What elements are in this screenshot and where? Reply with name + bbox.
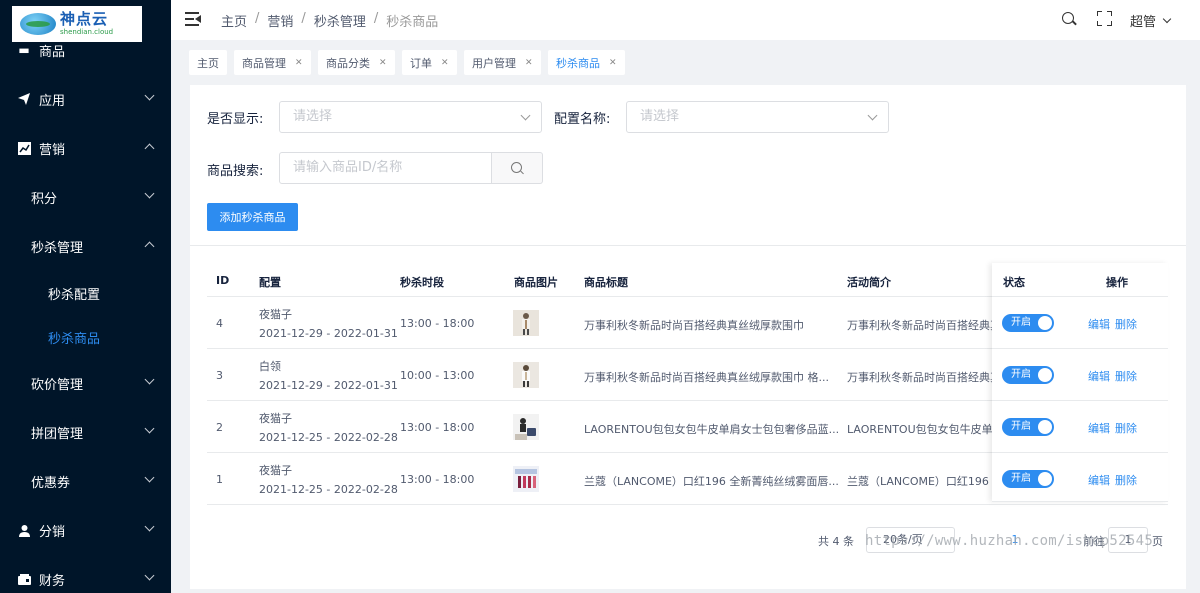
delete-link[interactable]: 删除 <box>1115 472 1137 488</box>
close-icon[interactable]: ✕ <box>441 58 449 68</box>
wallet-icon <box>17 572 31 586</box>
col-actions: 操作 <box>1106 276 1128 289</box>
search-button[interactable] <box>492 152 543 184</box>
status-switch[interactable]: 开启 <box>1002 366 1054 384</box>
col-title: 商品标题 <box>584 276 628 289</box>
tab-users[interactable]: 用户管理 ✕ <box>464 50 541 75</box>
send-icon <box>17 92 31 106</box>
config-filter-label: 配置名称: <box>554 112 611 127</box>
sidebar-item-distribution[interactable]: 分销 <box>0 510 171 550</box>
logo-domain: shendian.cloud <box>60 28 114 36</box>
breadcrumb-current: 秒杀商品 <box>386 15 439 30</box>
tab-goods-category[interactable]: 商品分类 ✕ <box>318 50 395 75</box>
show-select[interactable]: 请选择 <box>279 101 542 133</box>
user-name: 超管 <box>1130 15 1157 30</box>
edit-link[interactable]: 编辑 <box>1088 368 1110 384</box>
status-switch[interactable]: 开启 <box>1002 418 1054 436</box>
sidebar-item-coupon[interactable]: 优惠券 <box>0 461 171 501</box>
show-filter-label: 是否显示: <box>207 112 264 127</box>
chevron-down-icon <box>144 423 155 434</box>
chevron-down-icon <box>144 188 155 199</box>
chevron-down-icon <box>144 90 155 101</box>
product-image[interactable] <box>513 414 539 440</box>
col-config: 配置 <box>259 276 281 289</box>
content-card: 是否显示: 请选择 配置名称: 请选择 商品搜索: 请输入商品ID/名称 添加秒… <box>190 85 1186 589</box>
top-header: 主页 / 营销 / 秒杀管理 / 秒杀商品 超管 <box>171 0 1200 40</box>
chevron-down-icon <box>144 374 155 385</box>
edit-link[interactable]: 编辑 <box>1088 420 1110 436</box>
add-seckill-goods-button[interactable]: 添加秒杀商品 <box>207 203 298 231</box>
chevron-down-icon <box>144 570 155 581</box>
sidebar-item-seckill-goods[interactable]: 秒杀商品 <box>0 317 171 357</box>
sidebar-item-seckill-manage[interactable]: 秒杀管理 <box>0 226 171 266</box>
col-status: 状态 <box>1003 276 1025 289</box>
col-id: ID <box>216 274 230 287</box>
breadcrumb-home[interactable]: 主页 <box>221 11 247 30</box>
chevron-up-icon <box>144 143 155 154</box>
edit-link[interactable]: 编辑 <box>1088 472 1110 488</box>
tab-seckill-goods[interactable]: 秒杀商品 ✕ <box>548 50 625 75</box>
fixed-columns: 状态 操作 开启 编辑 删除 开启 编辑 删除 开启 编辑 删除 开启 编辑 删… <box>992 263 1168 502</box>
chevron-down-icon <box>520 110 531 121</box>
logo[interactable]: 神点云 shendian.cloud <box>12 6 142 42</box>
col-intro: 活动简介 <box>847 276 891 289</box>
breadcrumb-marketing[interactable]: 营销 <box>267 11 293 30</box>
sidebar-item-apps[interactable]: 应用 <box>0 79 171 119</box>
sidebar: ▬ 商品 神点云 shendian.cloud 应用 营销 积分 秒杀管理 秒杀… <box>0 0 171 593</box>
close-icon[interactable]: ✕ <box>379 58 387 68</box>
tab-home[interactable]: 主页 <box>189 50 227 75</box>
close-icon[interactable]: ✕ <box>295 58 303 68</box>
close-icon[interactable]: ✕ <box>525 58 533 68</box>
menu-collapse-icon[interactable] <box>185 11 201 27</box>
search-input[interactable]: 请输入商品ID/名称 <box>279 152 492 184</box>
product-image[interactable] <box>513 310 539 336</box>
logo-mark-icon <box>20 13 56 35</box>
edit-link[interactable]: 编辑 <box>1088 316 1110 332</box>
page-suffix: 页 <box>1152 535 1163 548</box>
divider <box>190 245 1186 246</box>
product-image[interactable] <box>513 362 539 388</box>
user-icon <box>17 523 31 537</box>
search-filter-label: 商品搜索: <box>207 164 264 179</box>
logo-name: 神点云 <box>60 10 109 28</box>
tab-goods-manage[interactable]: 商品管理 ✕ <box>234 50 311 75</box>
breadcrumb-seckill-manage[interactable]: 秒杀管理 <box>314 11 366 30</box>
chevron-down-icon <box>867 110 878 121</box>
delete-link[interactable]: 删除 <box>1115 368 1137 384</box>
sidebar-item-finance[interactable]: 财务 <box>0 559 171 593</box>
config-select[interactable]: 请选择 <box>626 101 889 133</box>
close-icon[interactable]: ✕ <box>609 58 617 68</box>
chevron-down-icon <box>1162 14 1172 24</box>
sidebar-item-seckill-config[interactable]: 秒杀配置 <box>0 273 171 313</box>
breadcrumb: 主页 / 营销 / 秒杀管理 / 秒杀商品 <box>221 11 439 30</box>
search-icon[interactable] <box>1061 11 1077 27</box>
status-switch[interactable]: 开启 <box>1002 314 1054 332</box>
chevron-up-icon <box>144 241 155 252</box>
chevron-down-icon <box>144 472 155 483</box>
sidebar-item-bargain[interactable]: 砍价管理 <box>0 363 171 403</box>
sidebar-item-group-buy[interactable]: 拼团管理 <box>0 412 171 452</box>
pagination-total: 共 4 条 <box>818 535 854 548</box>
col-time: 秒杀时段 <box>400 276 444 289</box>
trend-icon <box>17 141 31 155</box>
user-menu[interactable]: 超管 <box>1130 11 1172 30</box>
chevron-down-icon <box>144 521 155 532</box>
sidebar-item-marketing[interactable]: 营销 <box>0 128 171 168</box>
delete-link[interactable]: 删除 <box>1115 420 1137 436</box>
watermark: https://www.huzhan.com/ishop52545 <box>865 533 1154 549</box>
fullscreen-icon[interactable] <box>1097 11 1112 26</box>
tab-orders[interactable]: 订单 ✕ <box>402 50 457 75</box>
product-image[interactable] <box>513 466 539 492</box>
delete-link[interactable]: 删除 <box>1115 316 1137 332</box>
status-switch[interactable]: 开启 <box>1002 470 1054 488</box>
goods-icon: ▬ <box>18 43 30 57</box>
col-image: 商品图片 <box>514 276 558 289</box>
sidebar-item-points[interactable]: 积分 <box>0 177 171 217</box>
